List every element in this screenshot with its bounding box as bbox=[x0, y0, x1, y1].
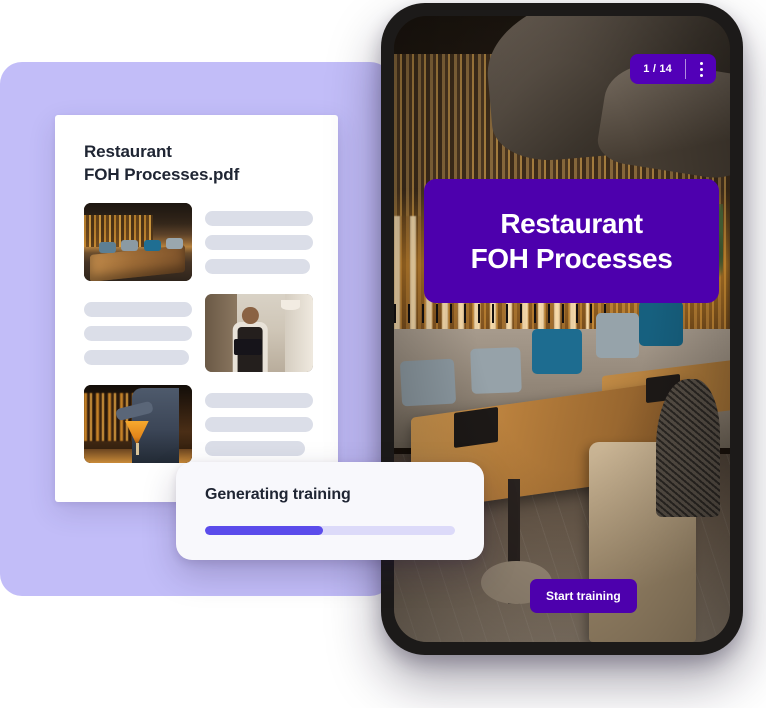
generating-training-popup: Generating training bbox=[176, 462, 484, 560]
text-placeholder-group bbox=[205, 210, 313, 274]
slide-title-card: Restaurant FOH Processes bbox=[424, 179, 719, 303]
text-placeholder-line bbox=[84, 325, 192, 341]
pdf-content-row bbox=[84, 385, 313, 463]
text-placeholder-line bbox=[205, 440, 306, 456]
pdf-content-row bbox=[84, 294, 313, 372]
bartender-pouring-cocktail-photo bbox=[84, 385, 192, 463]
slide-title-text: Restaurant FOH Processes bbox=[470, 207, 673, 274]
progress-bar-fill bbox=[205, 526, 323, 535]
more-vertical-icon[interactable] bbox=[686, 54, 716, 84]
server-with-tablet-photo bbox=[205, 294, 313, 372]
text-placeholder-line bbox=[84, 349, 189, 365]
restaurant-dining-room-photo bbox=[84, 203, 192, 281]
text-placeholder-line bbox=[205, 234, 313, 250]
progress-title: Generating training bbox=[205, 486, 351, 503]
text-placeholder-line bbox=[205, 210, 313, 226]
start-training-button[interactable]: Start training bbox=[530, 579, 637, 613]
text-placeholder-line bbox=[205, 258, 310, 274]
text-placeholder-line bbox=[84, 301, 192, 317]
text-placeholder-line bbox=[205, 416, 313, 432]
page-indicator: 1 / 14 bbox=[643, 63, 672, 75]
pdf-content-body bbox=[84, 203, 313, 476]
pdf-document-card[interactable]: Restaurant FOH Processes.pdf bbox=[55, 115, 338, 502]
slide-toolbar: 1 / 14 bbox=[630, 54, 716, 84]
progress-bar-track bbox=[205, 526, 455, 535]
text-placeholder-group bbox=[84, 301, 192, 365]
text-placeholder-group bbox=[205, 392, 313, 456]
pdf-content-row bbox=[84, 203, 313, 281]
composition-stage: Restaurant FOH Processes.pdf 1 / 14 Rest… bbox=[0, 0, 766, 708]
text-placeholder-line bbox=[205, 392, 313, 408]
pdf-file-title: Restaurant FOH Processes.pdf bbox=[84, 142, 240, 184]
